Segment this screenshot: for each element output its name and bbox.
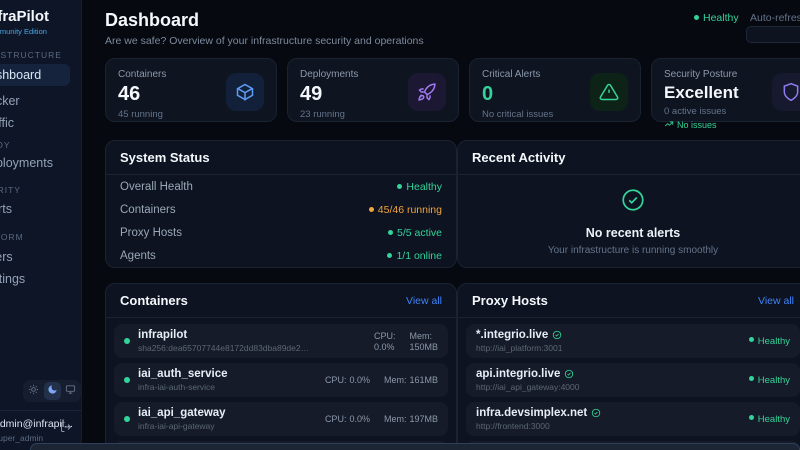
logout-icon bbox=[60, 420, 72, 437]
proxies-view-all-link[interactable]: View all bbox=[758, 295, 794, 307]
sidebar: InfraPilot Community Edition INFRASTRUCT… bbox=[0, 0, 82, 450]
page-title: Dashboard bbox=[105, 10, 200, 30]
panel-title: Proxy Hosts bbox=[472, 293, 548, 308]
auto-refresh-label: Auto-refresh bbox=[750, 12, 800, 24]
nav-section-platform: PLATFORM bbox=[0, 232, 24, 242]
panel-title: System Status bbox=[120, 150, 210, 165]
ssl-lock-icon bbox=[564, 369, 574, 379]
refresh-interval-button[interactable] bbox=[746, 26, 800, 43]
empty-state-title: No recent alerts bbox=[585, 225, 681, 240]
app-logo: InfraPilot bbox=[0, 8, 50, 25]
theme-dark-button[interactable] bbox=[43, 382, 61, 400]
container-stats: CPU: 0.0% Mem: 161MB bbox=[324, 375, 438, 385]
global-health-badge: Healthy bbox=[694, 12, 739, 24]
proxy-hosts-panel: Proxy Hosts View all *.integrio.live htt… bbox=[457, 283, 800, 450]
sun-icon bbox=[28, 382, 39, 400]
stat-trend: No issues bbox=[664, 119, 800, 131]
rocket-icon bbox=[408, 73, 446, 111]
trend-up-icon bbox=[664, 119, 674, 131]
theme-light-button[interactable] bbox=[25, 382, 42, 400]
status-dot-icon bbox=[388, 229, 394, 235]
sidebar-item-dashboard[interactable]: Dashboard bbox=[0, 64, 70, 86]
stat-card-security-posture[interactable]: Security Posture Excellent 0 active issu… bbox=[651, 58, 800, 130]
containers-view-all-link[interactable]: View all bbox=[406, 295, 442, 307]
user-role: super_admin bbox=[0, 433, 44, 443]
sidebar-item-deployments[interactable]: Deployments bbox=[0, 152, 70, 174]
nav-section-deploy: DEPLOY bbox=[0, 140, 11, 150]
recent-activity-panel: Recent Activity No recent alerts Your in… bbox=[457, 140, 800, 268]
stat-card-deployments[interactable]: Deployments 49 23 running bbox=[287, 58, 459, 122]
status-dot-icon bbox=[748, 337, 754, 343]
stat-card-critical-alerts[interactable]: Critical Alerts 0 No critical issues bbox=[469, 58, 641, 122]
status-value: 5/5 active bbox=[388, 227, 442, 239]
empty-state-subtitle: Your infrastructure is running smoothly bbox=[547, 244, 719, 256]
ssl-lock-icon bbox=[552, 330, 562, 340]
panel-title: Containers bbox=[120, 293, 188, 308]
container-row[interactable]: iai_api_gateway infra-iai-api-gateway CP… bbox=[114, 402, 448, 436]
app-window: InfraPilot Community Edition INFRASTRUCT… bbox=[0, 0, 800, 450]
ssl-lock-icon bbox=[591, 408, 601, 418]
status-dot-icon bbox=[397, 183, 403, 189]
running-dot-icon bbox=[124, 416, 130, 422]
alert-triangle-icon bbox=[590, 73, 628, 111]
status-row: Overall Health Healthy bbox=[120, 181, 442, 193]
system-status-panel: System Status Overall Health Healthy Con… bbox=[105, 140, 457, 268]
proxy-row[interactable]: api.integrio.live http://iai_api_gateway… bbox=[466, 363, 800, 397]
status-value: Healthy bbox=[397, 181, 442, 193]
status-dot-icon bbox=[387, 252, 393, 258]
container-row[interactable]: iai_auth_service infra-iai-auth-service … bbox=[114, 363, 448, 397]
status-value: 1/1 online bbox=[387, 250, 442, 262]
theme-toggle bbox=[23, 380, 81, 402]
shield-icon bbox=[772, 73, 800, 111]
stat-card-containers[interactable]: Containers 46 45 running bbox=[105, 58, 277, 122]
logout-button[interactable] bbox=[60, 420, 72, 438]
status-row: Proxy Hosts 5/5 active bbox=[120, 227, 442, 239]
app-edition-badge: Community Edition bbox=[0, 27, 47, 36]
sidebar-item-traffic[interactable]: Traffic bbox=[0, 112, 70, 134]
proxy-row[interactable]: *.integrio.live http://iai_platform:3001… bbox=[466, 324, 800, 358]
container-stats: CPU: 0.0% Mem: 150MB bbox=[373, 330, 438, 352]
status-row: Agents 1/1 online bbox=[120, 250, 442, 262]
container-row[interactable]: infrapilot sha256:dea65707744e8172dd83db… bbox=[114, 324, 448, 358]
sidebar-item-alerts[interactable]: Alerts bbox=[0, 198, 70, 220]
status-value: 45/46 running bbox=[368, 204, 442, 216]
status-dot-icon bbox=[748, 415, 754, 421]
circle-check-icon bbox=[620, 187, 646, 218]
proxy-status: Healthy bbox=[748, 336, 790, 347]
sidebar-divider bbox=[0, 410, 82, 411]
status-dot-icon bbox=[748, 376, 754, 382]
panel-title: Recent Activity bbox=[472, 150, 566, 165]
proxy-status: Healthy bbox=[748, 375, 790, 386]
running-dot-icon bbox=[124, 377, 130, 383]
page-subtitle: Are we safe? Overview of your infrastruc… bbox=[105, 35, 424, 47]
cube-icon bbox=[226, 73, 264, 111]
nav-section-security: SECURITY bbox=[0, 185, 21, 195]
proxy-row[interactable]: infra.devsimplex.net http://frontend:300… bbox=[466, 402, 800, 436]
sidebar-item-users[interactable]: Users bbox=[0, 246, 70, 268]
status-row: Containers 45/46 running bbox=[120, 204, 442, 216]
monitor-icon bbox=[65, 382, 76, 400]
health-dot-icon bbox=[694, 14, 699, 20]
status-dot-icon bbox=[368, 206, 374, 212]
nav-section-infrastructure: INFRASTRUCTURE bbox=[0, 50, 62, 60]
moon-icon bbox=[47, 382, 58, 400]
container-stats: CPU: 0.0% Mem: 197MB bbox=[324, 414, 438, 424]
sidebar-item-docker[interactable]: Docker bbox=[0, 90, 70, 112]
sidebar-item-settings[interactable]: Settings bbox=[0, 268, 70, 290]
proxy-status: Healthy bbox=[748, 414, 790, 425]
running-dot-icon bbox=[124, 338, 130, 344]
theme-system-button[interactable] bbox=[62, 382, 79, 400]
main-content: Dashboard Are we safe? Overview of your … bbox=[82, 0, 800, 450]
window-edge-bar bbox=[30, 443, 800, 450]
containers-panel: Containers View all infrapilot sha256:de… bbox=[105, 283, 457, 450]
